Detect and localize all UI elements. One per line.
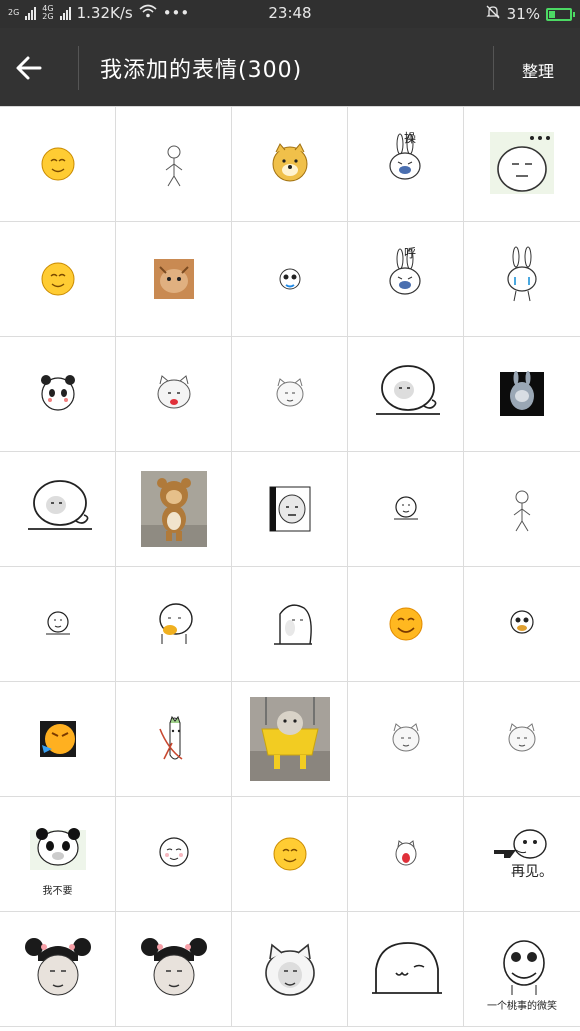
bw-cat-sticker [269, 486, 310, 532]
sticker-cell[interactable] [232, 567, 348, 682]
sticker-cell[interactable]: 我不要 [0, 797, 116, 912]
battery-percent: 31% [506, 5, 540, 23]
sticker-cell[interactable] [348, 682, 464, 797]
small-head-sticker [45, 611, 70, 635]
lying-face-sticker [375, 365, 440, 415]
back-button[interactable] [14, 48, 64, 88]
sticker-cell[interactable] [464, 222, 580, 337]
doge-sticker [272, 143, 307, 182]
angry-emoji-sticker [39, 721, 76, 757]
stick-figure-sticker [513, 490, 531, 532]
peeking-head-sticker [273, 604, 312, 645]
status-bar: 2G 4G 2G 1.32K/s ••• 23:48 31% [0, 0, 580, 28]
divider [493, 46, 494, 90]
panda-small-sticker [279, 268, 300, 290]
big-smile-face-sticker [371, 942, 442, 994]
big-cat-face-sticker [264, 943, 315, 996]
sticker-cell[interactable] [116, 337, 232, 452]
sticker-cell[interactable] [464, 452, 580, 567]
sticker-cell[interactable] [232, 912, 348, 1027]
sticker-cell[interactable] [0, 682, 116, 797]
sticker-cell[interactable] [0, 912, 116, 1027]
sticker-caption: 再见。 [511, 864, 553, 880]
sticker-cell[interactable] [464, 337, 580, 452]
sticker-caption: 一个桃事的微笑 [487, 1001, 557, 1012]
sticker-cell[interactable] [348, 567, 464, 682]
battery-fill [549, 10, 556, 18]
sticker-cell[interactable] [116, 912, 232, 1027]
smile-emoji-sticker [389, 607, 422, 641]
sticker-grid: 操呼我不要 再见。一个桃事的微笑 [0, 106, 580, 1031]
tea-drinking-sticker [158, 603, 193, 644]
mute-bell-icon [485, 4, 501, 24]
girl-bun-sticker [140, 938, 207, 996]
app-bar: 我添加的表情(300) 整理 [0, 28, 580, 106]
sticker-cell[interactable] [464, 567, 580, 682]
small-cat-sticker [276, 378, 303, 407]
yellow-face-sticker [41, 147, 74, 181]
sticker-cell[interactable] [348, 912, 464, 1027]
smile-head-sticker [158, 837, 189, 867]
shocked-cat-sticker [395, 840, 416, 866]
arrow-left-icon [16, 56, 42, 80]
sticker-cell[interactable] [116, 107, 232, 222]
sticker-cell[interactable] [348, 452, 464, 567]
sticker-cell[interactable]: 一个桃事的微笑 [464, 912, 580, 1027]
blush-cat-sticker [157, 375, 190, 409]
sticker-cell[interactable] [116, 452, 232, 567]
sticker-cell[interactable] [0, 222, 116, 337]
sticker-cell[interactable] [232, 222, 348, 337]
sticker-cell[interactable] [0, 452, 116, 567]
battery-icon [546, 7, 575, 21]
sticker-caption: 呼 [404, 246, 417, 260]
sticker-cell[interactable] [232, 682, 348, 797]
sticker-cell[interactable] [348, 337, 464, 452]
sticker-cell[interactable] [116, 567, 232, 682]
sticker-cell[interactable] [116, 682, 232, 797]
cat-swing-sticker [249, 697, 330, 781]
mouth-cover-sticker [510, 610, 534, 634]
divider [78, 46, 79, 90]
sticker-cell[interactable] [464, 107, 580, 222]
small-head-sticker [393, 496, 418, 520]
sticker-cell[interactable] [348, 797, 464, 912]
sticker-cell[interactable] [0, 107, 116, 222]
status-right: 31% [485, 4, 575, 24]
page-title: 我添加的表情(300) [100, 58, 303, 83]
sticker-cell[interactable]: 操 [348, 107, 464, 222]
sticker-cell[interactable] [232, 797, 348, 912]
gun-figure-sticker [494, 829, 547, 859]
bear-photo-sticker [140, 471, 207, 547]
sticker-cell[interactable] [232, 337, 348, 452]
sticker-cell[interactable] [232, 452, 348, 567]
sticker-cell[interactable] [0, 337, 116, 452]
yellow-face-sticker [273, 837, 306, 871]
small-cat-sticker [392, 723, 419, 752]
sticker-caption: 我不要 [42, 886, 73, 897]
rope-figure-sticker [158, 715, 182, 760]
small-cat-sticker [508, 723, 536, 752]
rabbit-dark-sticker [500, 371, 544, 416]
lying-face-sticker [27, 480, 92, 530]
stick-figure-sticker [165, 145, 182, 187]
sticker-cell[interactable] [116, 222, 232, 337]
yellow-face-sticker [41, 262, 74, 296]
sticker-cell[interactable] [464, 682, 580, 797]
sticker-cell[interactable] [116, 797, 232, 912]
sticker-cell[interactable] [0, 567, 116, 682]
panda-face-sticker [40, 375, 75, 411]
manage-button[interactable]: 整理 [506, 58, 570, 82]
speechless-face-sticker [490, 132, 554, 194]
sticker-caption: 操 [404, 131, 417, 145]
sticker-cell[interactable]: 再见。 [464, 797, 580, 912]
crying-rabbit-sticker [507, 246, 537, 302]
girl-bun-sticker [24, 938, 91, 996]
cat-photo-sticker [153, 259, 194, 299]
sticker-cell[interactable] [232, 107, 348, 222]
sticker-cell[interactable]: 呼 [348, 222, 464, 337]
